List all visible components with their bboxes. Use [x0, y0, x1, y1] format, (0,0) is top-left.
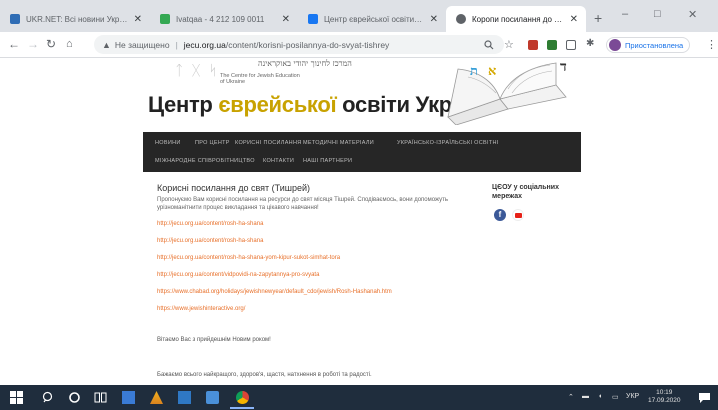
- facebook-icon[interactable]: f: [494, 209, 506, 221]
- site-title-accent: єврейської: [218, 92, 337, 117]
- tab-title: Центр єврейської освіти Ук: [324, 14, 424, 24]
- profile-label: Приостановлена: [625, 40, 684, 50]
- resource-link[interactable]: http://jecu.org.ua/content/rosh-ha-shana…: [157, 255, 477, 261]
- nav-item-ukr-isr[interactable]: Українсько-ізраїльські освітні: [397, 140, 499, 146]
- notifications-icon[interactable]: [698, 391, 711, 404]
- browser-toolbar: ← → ↻ ⌂ ▲ Не защищено | jecu.org.ua /con…: [0, 32, 718, 58]
- avatar: [609, 39, 621, 51]
- nav-item-materials[interactable]: Методичні матеріали: [303, 140, 374, 146]
- clock-date: 17.09.2020: [648, 397, 681, 404]
- resource-link[interactable]: https://www.chabad.org/holidays/jewishne…: [157, 289, 477, 295]
- resource-link[interactable]: http://jecu.org.ua/content/rosh-ha-shana: [157, 221, 477, 227]
- taskbar: ⌃ ▬ ◖ ▭ УКР 10:19 17.09.2020: [0, 385, 718, 410]
- tab-favicon: [308, 14, 318, 24]
- nav-item-international[interactable]: Міжнародне співробітництво: [155, 158, 255, 164]
- nav-item-about[interactable]: Про центр: [195, 140, 230, 146]
- clock-time: 10:19: [656, 389, 673, 396]
- tab-favicon: [160, 14, 170, 24]
- social-heading: ЦЄОУ у соціальних мережах: [492, 184, 559, 200]
- address-bar[interactable]: ▲ Не защищено | jecu.org.ua /content/kor…: [94, 35, 504, 54]
- resource-link[interactable]: http://jecu.org.ua/content/rosh-ha-shana: [157, 238, 477, 244]
- tab-strip: UKR.NET: Всі новини України ✕ Ivatqaa - …: [0, 0, 718, 32]
- hebrew-letter-decoration: א: [488, 64, 497, 79]
- decorative-letters: ᛏ ᚷ ᛋ: [175, 63, 220, 79]
- app-icon[interactable]: [206, 391, 219, 404]
- volume-icon[interactable]: ◖: [598, 393, 602, 400]
- resource-link[interactable]: http://jecu.org.ua/content/vidpovidi-na-…: [157, 272, 477, 278]
- clock[interactable]: 10:19 17.09.2020: [648, 389, 681, 405]
- menu-icon[interactable]: ⋮: [706, 38, 717, 51]
- nav-item-partners[interactable]: Наші партнери: [303, 158, 352, 164]
- tab-favicon: [10, 14, 20, 24]
- star-icon[interactable]: ☆: [504, 38, 514, 51]
- tab-3[interactable]: Коропи посилання до свят ✕: [446, 6, 586, 32]
- post-title: Корисні посилання до свят (Тишрей): [157, 183, 311, 193]
- tab-title: Коропи посилання до свят: [472, 14, 564, 24]
- resource-link[interactable]: https://www.jewishinteractive.org/: [157, 306, 477, 312]
- extension-icon[interactable]: [547, 40, 557, 50]
- nav-item-useful-links[interactable]: Корисні посилання: [235, 140, 302, 146]
- extension-icon[interactable]: [528, 40, 538, 50]
- hebrew-letter-decoration: ד: [560, 59, 567, 75]
- puzzle-icon[interactable]: ✱: [586, 38, 594, 49]
- greeting-text: Вітаємо Вас з прийдешнім Новим роком!: [157, 337, 271, 343]
- reload-icon[interactable]: ↻: [46, 37, 56, 51]
- url-host: jecu.org.ua: [183, 39, 226, 50]
- new-tab-button[interactable]: +: [594, 10, 602, 26]
- forward-icon[interactable]: →: [27, 37, 39, 51]
- network-icon[interactable]: ▬: [582, 393, 589, 400]
- web-page: ᛏ ᚷ ᛋ המרכז לחינוך יהודי באוקראינה The C…: [0, 59, 718, 385]
- app-icon[interactable]: [178, 391, 191, 404]
- security-label: Не защищено: [114, 39, 170, 50]
- hebrew-subtitle: המרכז לחינוך יהודי באוקראינה: [258, 59, 352, 68]
- extension-icon[interactable]: [566, 40, 576, 50]
- post-content: Корисні посилання до свят (Тишрей) Пропо…: [157, 183, 477, 323]
- windows-start-icon[interactable]: [10, 391, 23, 404]
- warning-icon: ▲: [102, 39, 111, 50]
- active-app-indicator: [230, 407, 254, 409]
- site-navbar: Новини Про центр Корисні посилання Метод…: [143, 132, 581, 172]
- close-icon[interactable]: ✕: [134, 14, 142, 25]
- hebrew-letter-decoration: ת: [470, 64, 478, 79]
- cortana-icon[interactable]: [68, 391, 81, 404]
- close-icon[interactable]: ✕: [570, 14, 578, 25]
- tab-1[interactable]: Ivatqaa - 4 212 109 0011 ✕: [150, 6, 298, 32]
- back-icon[interactable]: ←: [8, 37, 20, 51]
- language-indicator[interactable]: УКР: [626, 393, 639, 400]
- english-subtitle: The Centre for Jewish Education of Ukrai…: [220, 73, 300, 85]
- chevron-up-icon[interactable]: ⌃: [568, 393, 574, 401]
- search-icon[interactable]: [42, 391, 55, 404]
- app-icon[interactable]: [122, 391, 135, 404]
- chrome-icon[interactable]: [236, 391, 249, 404]
- youtube-icon[interactable]: [512, 209, 524, 221]
- url-path: /content/korisni-posilannya-do-svyat-tis…: [225, 39, 390, 50]
- nav-item-news[interactable]: Новини: [155, 140, 181, 146]
- wishes-text: Бажаємо всього найкращого, здоров'я, щас…: [157, 372, 372, 378]
- maximize-button[interactable]: □: [654, 8, 661, 20]
- home-icon[interactable]: ⌂: [66, 38, 73, 50]
- post-intro: Пропонуємо Вам корисні посилання на ресу…: [157, 197, 448, 211]
- tab-title: UKR.NET: Всі новини України: [26, 14, 128, 24]
- battery-icon[interactable]: ▭: [612, 393, 619, 401]
- tab-0[interactable]: UKR.NET: Всі новини України ✕: [0, 6, 150, 32]
- app-icon[interactable]: [150, 391, 163, 404]
- open-book-illustration: [447, 62, 567, 125]
- site-title-part: Центр: [148, 92, 219, 117]
- minimize-button[interactable]: –: [622, 8, 628, 20]
- profile-button[interactable]: Приостановлена: [606, 37, 691, 53]
- close-icon[interactable]: ✕: [430, 14, 438, 25]
- nav-item-contacts[interactable]: Контакти: [263, 158, 294, 164]
- tab-title: Ivatqaa - 4 212 109 0011: [176, 14, 265, 24]
- task-view-icon[interactable]: [94, 391, 107, 404]
- divider: |: [175, 39, 178, 50]
- english-subtitle-line: of Ukraine: [220, 79, 246, 85]
- close-icon[interactable]: ✕: [282, 14, 290, 25]
- close-window-button[interactable]: ✕: [688, 8, 697, 21]
- tab-favicon: [456, 14, 466, 24]
- tab-2[interactable]: Центр єврейської освіти Ук ✕: [298, 6, 446, 32]
- search-icon[interactable]: [484, 40, 494, 50]
